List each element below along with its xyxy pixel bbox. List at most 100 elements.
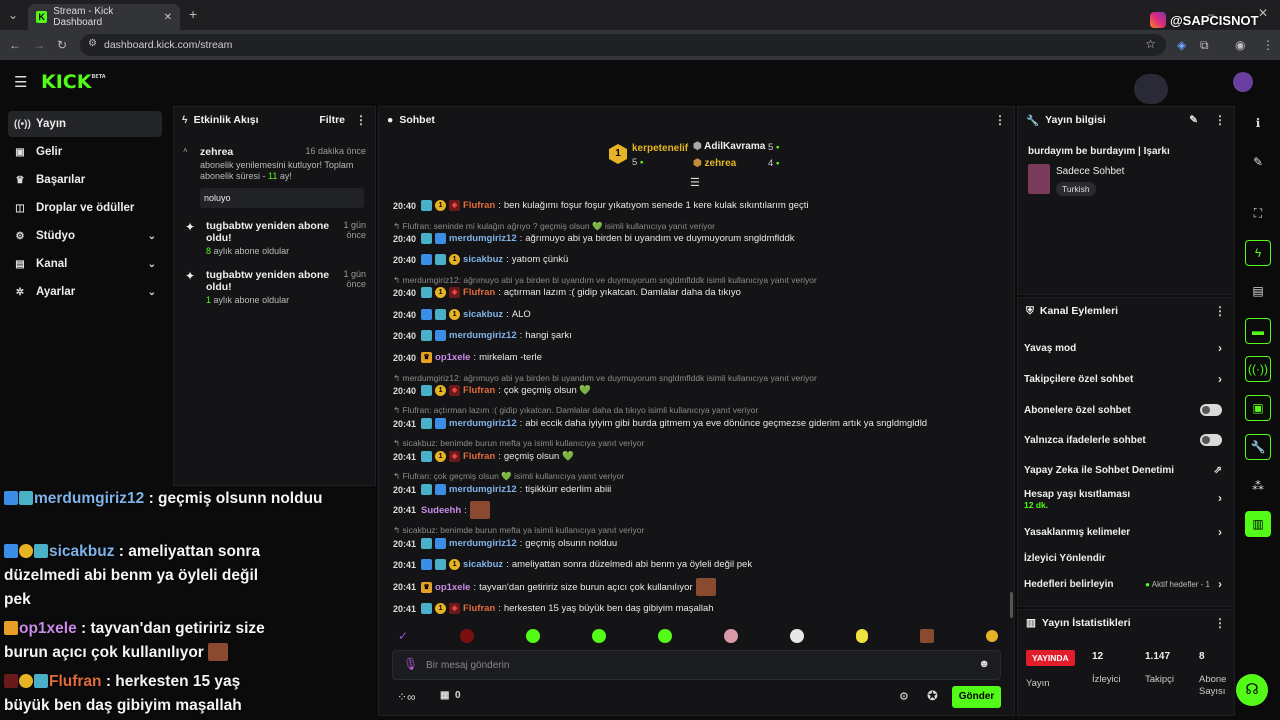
edit-icon[interactable]: ✎ <box>1245 149 1271 175</box>
message-user[interactable]: sicakbuz <box>463 254 503 265</box>
back-icon[interactable]: ← <box>9 38 21 52</box>
kick-logo[interactable]: KICKBETA <box>41 71 106 93</box>
stats-panel-icon[interactable]: ▥ <box>1245 511 1271 537</box>
subscribers-only-toggle[interactable] <box>1200 404 1222 416</box>
extension-icon[interactable]: ◈ <box>1177 38 1186 52</box>
emote-only-toggle[interactable] <box>1200 434 1222 446</box>
clipboard-icon[interactable]: ▤ <box>1245 278 1271 304</box>
tab-search-icon[interactable]: ⌄ <box>8 8 18 22</box>
goals-row[interactable]: Hedefleri belirleyin ● Aktif hedefler - 1… <box>1024 576 1228 592</box>
followers-only-row[interactable]: Takipçilere özel sohbet › <box>1024 371 1228 387</box>
stream-info-panel: 🔧 Yayın bilgisi ✎ ⋮ burdayım be burdayım… <box>1017 106 1235 295</box>
leader-name[interactable]: zehrea <box>705 158 737 169</box>
activity-user[interactable]: tugbabtw yeniden abone oldu! <box>206 269 334 293</box>
close-tab-icon[interactable]: ✕ <box>164 12 172 23</box>
gifter-badge-icon: 1 <box>435 385 447 396</box>
more-options-icon[interactable]: ⋮ <box>994 113 1006 127</box>
chat-input[interactable]: 🎙 Bir mesaj gönderin ☻ <box>392 650 1001 680</box>
message-user[interactable]: Flufran <box>463 385 495 396</box>
broadcast-icon[interactable]: ((·)) <box>1245 356 1271 382</box>
fullscreen-icon[interactable]: ⛶ <box>1245 200 1271 226</box>
edit-pencil-icon[interactable]: ✎ <box>1189 114 1198 126</box>
more-options-icon[interactable]: ⋮ <box>355 113 367 127</box>
leader-name[interactable]: kerpetenelif <box>632 143 688 154</box>
message-user[interactable]: merdumgiriz12 <box>449 484 517 495</box>
send-button[interactable]: Gönder <box>952 686 1001 708</box>
emote-icon[interactable] <box>985 630 998 642</box>
emote-icon[interactable] <box>658 629 672 643</box>
message-user[interactable]: merdumgiriz12 <box>449 538 517 549</box>
info-icon[interactable]: ℹ <box>1245 110 1271 136</box>
filter-button[interactable]: Filtre <box>319 114 345 126</box>
emote-icon[interactable] <box>919 629 934 643</box>
emote-icon[interactable] <box>789 629 804 643</box>
emoji-picker-icon[interactable]: ☻ <box>978 658 990 670</box>
more-options-icon[interactable]: ⋮ <box>1214 616 1226 630</box>
message-user[interactable]: Flufran <box>463 451 495 462</box>
bolt-panel-icon[interactable]: ϟ <box>1245 240 1271 266</box>
sidebar-item-kanal[interactable]: ▤ Kanal ⌄ <box>8 251 162 277</box>
banned-words-row[interactable]: Yasaklanmış kelimeler › <box>1024 524 1228 540</box>
ai-moderation-row[interactable]: Yapay Zeka ile Sohbet Denetimi ⇗ <box>1024 462 1228 478</box>
bookmark-star-icon[interactable]: ☆ <box>1145 37 1156 51</box>
stream-tag: Turkish <box>1056 182 1096 196</box>
chat-panel-icon[interactable]: ▬ <box>1245 318 1271 344</box>
site-info-icon[interactable]: ⚙ <box>88 38 97 49</box>
sidebar-item-ayarlar[interactable]: ✲ Ayarlar ⌄ <box>8 279 162 305</box>
emote-icon[interactable] <box>460 629 475 643</box>
raid-row[interactable]: İzleyici Yönlendir <box>1024 550 1228 566</box>
close-window-icon[interactable]: ✕ <box>1258 6 1268 20</box>
leader-row[interactable]: ⬢ zehrea <box>693 158 736 169</box>
message-user[interactable]: Flufran <box>463 287 495 298</box>
browser-tab[interactable]: K Stream - Kick Dashboard ✕ <box>28 4 180 30</box>
message-user[interactable]: sicakbuz <box>463 309 503 320</box>
chat-scrollbar[interactable] <box>1010 592 1013 618</box>
emote-checkmark-icon[interactable]: ✓ <box>398 629 408 643</box>
url-field[interactable]: ⚙ dashboard.kick.com/stream ☆ <box>80 34 1166 56</box>
hamburger-menu-icon[interactable]: ☰ <box>14 73 27 91</box>
account-age-row[interactable]: Hesap yaşı kısıtlaması 12 dk. › <box>1024 489 1228 513</box>
gift-icon[interactable]: ✪ <box>927 688 938 704</box>
forward-icon[interactable]: → <box>33 38 45 52</box>
message-user[interactable]: Sudeehh <box>421 505 461 516</box>
more-options-icon[interactable]: ⋮ <box>1214 113 1226 127</box>
expand-leaderboard-icon[interactable]: ☰ <box>690 176 700 189</box>
emote-icon[interactable] <box>723 629 738 643</box>
slow-mode-row[interactable]: Yavaş mod › <box>1024 340 1228 356</box>
message-user[interactable]: Flufran <box>463 200 495 211</box>
message-user[interactable]: op1xele <box>435 352 470 363</box>
support-headset-icon[interactable]: ☊ <box>1236 674 1268 706</box>
user-avatar[interactable] <box>1233 72 1253 92</box>
extensions-puzzle-icon[interactable]: ⧉ <box>1200 38 1209 52</box>
leader-name[interactable]: AdilKavrama <box>704 141 765 152</box>
collapse-icon[interactable]: ˄ <box>183 146 188 155</box>
sidebar-item-gelir[interactable]: ▣ Gelir <box>8 139 162 165</box>
reload-icon[interactable]: ↻ <box>57 38 67 52</box>
browser-menu-icon[interactable]: ⋮ <box>1262 38 1274 52</box>
message-user[interactable]: merdumgiriz12 <box>449 418 517 429</box>
sidebar-item-droplar[interactable]: ◫ Droplar ve ödüller <box>8 195 162 221</box>
message-user[interactable]: Flufran <box>463 603 495 614</box>
message-user[interactable]: merdumgiriz12 <box>449 233 517 244</box>
message-user[interactable]: merdumgiriz12 <box>449 330 517 341</box>
lightbulb-icon[interactable] <box>855 629 868 643</box>
more-options-icon[interactable]: ⋮ <box>1214 304 1226 318</box>
chat-settings-icon[interactable]: ⚙ <box>899 690 909 703</box>
sidebar-item-basarilar[interactable]: ♛ Başarılar <box>8 167 162 193</box>
sidebar-item-studyo[interactable]: ⚙ Stüdyo ⌄ <box>8 223 162 249</box>
wrench-panel-icon[interactable]: 🔧 <box>1245 434 1271 460</box>
microphone-icon[interactable]: 🎙 <box>403 657 418 671</box>
users-icon[interactable]: ⁂ <box>1245 473 1271 499</box>
message-user[interactable]: op1xele <box>435 582 470 593</box>
stream-category[interactable]: Sadece Sohbet <box>1056 166 1124 177</box>
profile-icon[interactable]: ◉ <box>1235 38 1245 52</box>
activity-user[interactable]: tugbabtw yeniden abone oldu! <box>206 220 334 244</box>
chatters-icon[interactable]: ⁘∞ <box>397 690 416 704</box>
leader-row[interactable]: ⬢ AdilKavrama <box>693 141 765 152</box>
emote-icon[interactable] <box>592 629 607 643</box>
stream-info-icon[interactable]: ▣ <box>1245 395 1271 421</box>
new-tab-icon[interactable]: + <box>189 7 197 21</box>
emote-icon[interactable] <box>526 629 541 643</box>
sidebar-item-yayin[interactable]: ((•)) Yayın <box>8 111 162 137</box>
message-user[interactable]: sicakbuz <box>463 559 503 570</box>
